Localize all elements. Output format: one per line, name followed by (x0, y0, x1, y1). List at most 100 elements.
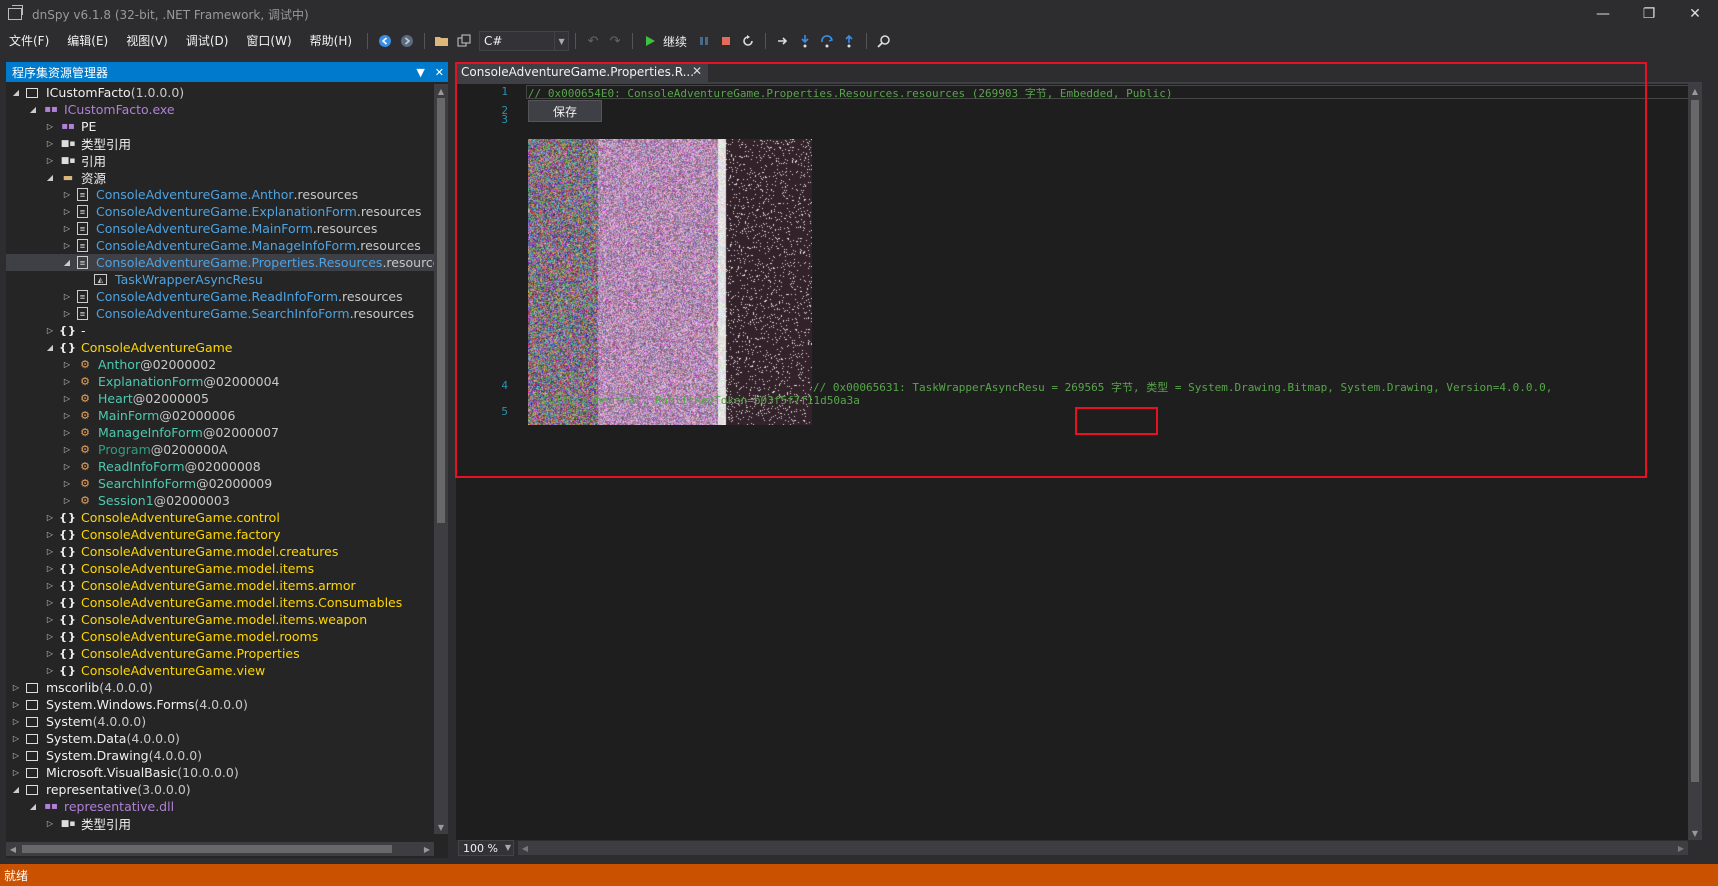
expand-icon[interactable]: ▷ (10, 682, 22, 694)
expand-icon[interactable]: ▷ (44, 563, 56, 575)
tree-item[interactable]: ▷ ≡ ConsoleAdventureGame.ExplanationForm .r… (6, 203, 434, 220)
expand-icon[interactable]: ▷ (10, 733, 22, 745)
editor-vertical-scrollbar[interactable]: ▲ ▼ (1688, 84, 1702, 840)
expand-icon[interactable]: ▷ (44, 597, 56, 609)
tree-item[interactable]: ▷ ≡ ConsoleAdventureGame.ReadInfoForm .reso… (6, 288, 434, 305)
menu-debug[interactable]: 调试(D) (177, 28, 238, 54)
restore-button[interactable]: ❐ (1626, 0, 1672, 28)
collapse-icon[interactable]: ◢ (27, 104, 39, 116)
tree-item[interactable]: ▷{} ConsoleAdventureGame.model.items.Cons… (6, 594, 434, 611)
continue-label[interactable]: 继续 (663, 33, 687, 50)
tree-vertical-scrollbar[interactable]: ▲ ▼ (434, 84, 448, 834)
tree-item[interactable]: ▷{} ConsoleAdventureGame.factory (6, 526, 434, 543)
expand-icon[interactable]: ▷ (44, 138, 56, 150)
tree-item[interactable]: ▷ ⚙ ManageInfoForm @02000007 (6, 424, 434, 441)
assembly-tree[interactable]: ◢ ICustomFacto (1.0.0.0) ◢ ▪▪ ICustomFacto.e… (6, 84, 434, 834)
expand-icon[interactable]: ▷ (61, 393, 73, 405)
tree-item[interactable]: ▷ System.Drawing (4.0.0.0) (6, 747, 434, 764)
restart-button[interactable] (737, 30, 759, 52)
tree-item[interactable]: ▷{} ConsoleAdventureGame.model.items (6, 560, 434, 577)
tree-item[interactable]: ▷ ≡ ConsoleAdventureGame.ManageInfoForm .re… (6, 237, 434, 254)
undo-button[interactable]: ↶ (582, 30, 604, 52)
tree-item[interactable]: ◢ ▬ 资源 (6, 169, 434, 186)
tree-item[interactable]: ◢ ▪▪ representative.dll (6, 798, 434, 815)
expand-icon[interactable]: ▷ (44, 648, 56, 660)
collapse-icon[interactable]: ◢ (44, 172, 56, 184)
expand-icon[interactable]: ▷ (61, 427, 73, 439)
step-over-button[interactable] (816, 30, 838, 52)
scroll-left-icon[interactable]: ◀ (518, 841, 532, 855)
expand-icon[interactable]: ▷ (44, 614, 56, 626)
expand-icon[interactable]: ▷ (10, 750, 22, 762)
expand-icon[interactable]: ▷ (61, 495, 73, 507)
scrollbar-thumb[interactable] (1691, 100, 1699, 782)
expand-icon[interactable]: ▷ (10, 699, 22, 711)
scrollbar-thumb[interactable] (437, 98, 445, 523)
tree-item[interactable]: ◢ ▪▪ ICustomFacto.exe (6, 101, 434, 118)
expand-icon[interactable]: ▷ (61, 189, 73, 201)
expand-icon[interactable]: ▷ (61, 359, 73, 371)
close-window-button[interactable]: ✕ (1672, 0, 1718, 28)
menu-window[interactable]: 窗口(W) (237, 28, 300, 54)
tree-item[interactable]: ▷ ■▪ 引用 (6, 152, 434, 169)
navigate-back-button[interactable] (374, 30, 396, 52)
expand-icon[interactable]: ▷ (44, 631, 56, 643)
step-into-button[interactable] (794, 30, 816, 52)
tree-item[interactable]: ◢ representative (3.0.0.0) (6, 781, 434, 798)
tree-item[interactable]: ▷ ⚙ Session1 @02000003 (6, 492, 434, 509)
tree-item[interactable]: ▷{} ConsoleAdventureGame.control (6, 509, 434, 526)
tree-item[interactable]: ▷ ⚙ ReadInfoForm @02000008 (6, 458, 434, 475)
step-out-button[interactable] (838, 30, 860, 52)
tree-item[interactable]: ▷ ⚙ SearchInfoForm @02000009 (6, 475, 434, 492)
tree-item[interactable]: ▷ ■▪ 类型引用 (6, 135, 434, 152)
tree-item[interactable]: ▷{} ConsoleAdventureGame.model.items.armo… (6, 577, 434, 594)
collapse-icon[interactable]: ◢ (10, 784, 22, 796)
tree-item[interactable]: ◭ TaskWrapperAsyncResu (6, 271, 434, 288)
tree-item[interactable]: ▷ mscorlib (4.0.0.0) (6, 679, 434, 696)
expand-icon[interactable]: ▷ (44, 155, 56, 167)
tree-item[interactable]: ◢ ≡ ConsoleAdventureGame.Properties.Resour… (6, 254, 434, 271)
tree-item[interactable]: ▷ ≡ ConsoleAdventureGame.MainForm .resource… (6, 220, 434, 237)
menu-edit[interactable]: 编辑(E) (58, 28, 117, 54)
tree-item[interactable]: ▷ ⚙ ExplanationForm @02000004 (6, 373, 434, 390)
expand-icon[interactable]: ▷ (44, 529, 56, 541)
tree-item[interactable]: ▷{} ConsoleAdventureGame.model.items.weap… (6, 611, 434, 628)
expand-icon[interactable]: ▷ (61, 444, 73, 456)
expand-icon[interactable]: ▷ (61, 410, 73, 422)
tree-item[interactable]: ▷{} ConsoleAdventureGame.model.creatures (6, 543, 434, 560)
scroll-left-icon[interactable]: ◀ (6, 842, 20, 856)
tree-item[interactable]: ▷{} - (6, 322, 434, 339)
expand-icon[interactable]: ▷ (10, 716, 22, 728)
scroll-right-icon[interactable]: ▶ (1674, 841, 1688, 855)
menu-view[interactable]: 视图(V) (117, 28, 177, 54)
expand-icon[interactable]: ▷ (61, 376, 73, 388)
zoom-select[interactable]: 100 % ▼ (458, 840, 514, 856)
minimize-button[interactable]: — (1580, 0, 1626, 28)
menu-file[interactable]: 文件(F) (0, 28, 58, 54)
expand-icon[interactable]: ▷ (44, 325, 56, 337)
expand-icon[interactable]: ▷ (61, 223, 73, 235)
tree-item[interactable]: ▷ ▪▪ PE (6, 118, 434, 135)
pause-button[interactable] (693, 30, 715, 52)
expand-icon[interactable]: ▷ (44, 512, 56, 524)
redo-button[interactable]: ↷ (604, 30, 626, 52)
tree-item[interactable]: ▷ ⚙ Anthor @02000002 (6, 356, 434, 373)
navigate-forward-button[interactable] (396, 30, 418, 52)
scroll-up-icon[interactable]: ▲ (434, 84, 448, 98)
menu-help[interactable]: 帮助(H) (301, 28, 361, 54)
tree-item[interactable]: ▷ System (4.0.0.0) (6, 713, 434, 730)
tree-horizontal-scrollbar[interactable]: ◀ ▶ (6, 842, 434, 856)
show-next-statement-button[interactable] (772, 30, 794, 52)
tree-item[interactable]: ▷ ≡ ConsoleAdventureGame.SearchInfoForm .re… (6, 305, 434, 322)
tree-item[interactable]: ◢{} ConsoleAdventureGame (6, 339, 434, 356)
expand-icon[interactable]: ▷ (61, 461, 73, 473)
expand-icon[interactable]: ▷ (61, 240, 73, 252)
tree-item[interactable]: ▷{} ConsoleAdventureGame.model.rooms (6, 628, 434, 645)
panel-close-icon[interactable]: ✕ (435, 66, 444, 79)
tree-item[interactable]: ▷ ⚙ Heart @02000005 (6, 390, 434, 407)
expand-icon[interactable]: ▷ (61, 291, 73, 303)
tree-item[interactable]: ▷{} ConsoleAdventureGame.Properties (6, 645, 434, 662)
tree-item[interactable]: ◢ ICustomFacto (1.0.0.0) (6, 84, 434, 101)
expand-icon[interactable]: ▷ (10, 767, 22, 779)
tree-item[interactable]: ▷ ⚙ MainForm @02000006 (6, 407, 434, 424)
